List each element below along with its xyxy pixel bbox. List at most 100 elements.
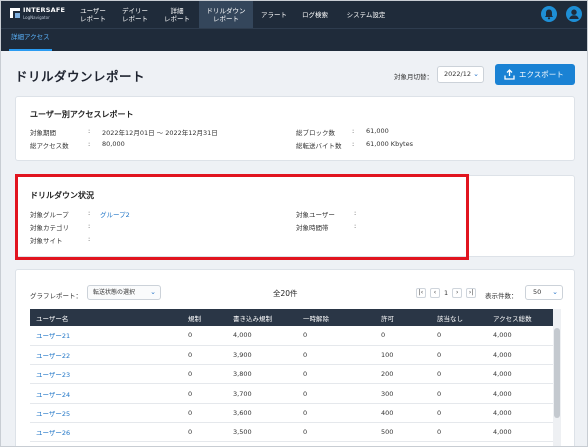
- last-page-icon[interactable]: ›|: [466, 288, 477, 298]
- brand-name: INTERSAFE: [23, 6, 66, 14]
- total-access-value: 80,000: [102, 140, 125, 148]
- total-block-value: 61,000: [366, 127, 389, 135]
- month-switch-label: 対象月切替：: [394, 73, 433, 81]
- nav-user-report[interactable]: ユーザー レポート: [73, 1, 113, 28]
- user-name-link[interactable]: ユーザー26: [30, 422, 182, 443]
- table-row: ユーザー25 0 3,600 0 400 0 4,000: [30, 403, 560, 423]
- next-page-icon[interactable]: ›: [452, 288, 463, 298]
- table-row: ユーザー23 0 3,800 0 200 0 4,000: [30, 364, 560, 385]
- nav-daily-report[interactable]: デイリー レポート: [115, 1, 155, 28]
- table-cell: 400: [375, 403, 431, 423]
- graph-report-label: グラフレポート：: [30, 292, 82, 300]
- per-page-value: 50: [533, 288, 542, 296]
- table-cell: 0: [431, 326, 487, 346]
- nav-alert[interactable]: アラート: [255, 1, 293, 28]
- table-cell: 4,000: [487, 422, 560, 443]
- table-cell: 3,500: [227, 422, 297, 443]
- table-cell: 4,000: [487, 403, 560, 423]
- table-header-row: ユーザー名 規制 書き込み規制 一時解除 許可 該当なし アクセス総数: [30, 309, 560, 326]
- user-avatar-icon[interactable]: [566, 6, 582, 22]
- table-cell: 0: [375, 326, 431, 346]
- current-page[interactable]: 1: [444, 289, 448, 297]
- nav-system-settings[interactable]: システム設定: [338, 1, 394, 28]
- column-header[interactable]: アクセス総数: [487, 309, 560, 326]
- user-access-report-card: ユーザー別アクセスレポート 対象期間 : 2022年12月01日 〜 2022年…: [15, 96, 575, 161]
- per-page-select[interactable]: 50 ⌄: [525, 285, 563, 300]
- highlight-box: [15, 174, 469, 260]
- period-label: 対象期間: [30, 129, 56, 137]
- total-bytes-value: 61,000 Kbytes: [366, 140, 413, 148]
- table-cell: 3,900: [227, 345, 297, 366]
- month-select-value: 2022/12: [444, 70, 472, 78]
- table-row: ユーザー21 0 4,000 0 0 0 4,000: [30, 326, 560, 346]
- notification-icon[interactable]: [541, 6, 557, 22]
- user-name-link[interactable]: ユーザー21: [30, 326, 182, 346]
- tab-detail-access[interactable]: 詳細アクセス: [9, 29, 52, 51]
- user-name-link[interactable]: ユーザー25: [30, 403, 182, 423]
- table-cell: 0: [297, 326, 375, 346]
- table-cell: 0: [297, 364, 375, 385]
- table-cell: 0: [182, 383, 227, 404]
- table-cell: 4,000: [487, 364, 560, 385]
- pagination: |‹ ‹ 1 › ›|: [416, 287, 477, 299]
- logo-icon: [10, 8, 20, 18]
- table-scrollbar-thumb[interactable]: [554, 328, 560, 418]
- table-cell: 200: [375, 364, 431, 385]
- table-cell: 0: [431, 345, 487, 366]
- nav-detail-report[interactable]: 詳細 レポート: [157, 1, 197, 28]
- table-cell: 0: [431, 422, 487, 443]
- table-cell: 0: [431, 403, 487, 423]
- table-cell: 0: [431, 383, 487, 404]
- graph-select-value: 転送状態の選択: [93, 289, 136, 296]
- column-header[interactable]: ユーザー名: [30, 309, 182, 326]
- table-cell: 0: [182, 345, 227, 366]
- user-name-link[interactable]: ユーザー24: [30, 383, 182, 404]
- prev-page-icon[interactable]: ‹: [430, 288, 440, 298]
- table-row: ユーザー26 0 3,500 0 500 0 4,000: [30, 422, 560, 443]
- card-title: ユーザー別アクセスレポート: [30, 110, 134, 119]
- first-page-icon[interactable]: |‹: [416, 288, 426, 298]
- graph-report-select[interactable]: 転送状態の選択 ⌄: [87, 285, 161, 300]
- total-access-label: 総アクセス数: [30, 142, 69, 150]
- table-cell: 4,000: [227, 326, 297, 346]
- table-cell: 0: [297, 383, 375, 404]
- user-name-link[interactable]: ユーザー23: [30, 364, 182, 385]
- colon: :: [352, 140, 355, 148]
- table-cell: 0: [297, 422, 375, 443]
- top-navigation: INTERSAFE LogNavigator ユーザー レポート デイリー レポ…: [1, 1, 587, 28]
- table-cell: 500: [375, 422, 431, 443]
- upload-icon: [504, 69, 515, 80]
- table-cell: 0: [182, 403, 227, 423]
- table-cell: 4,000: [487, 345, 560, 366]
- total-bytes-label: 総転送バイト数: [296, 142, 342, 150]
- user-name-link[interactable]: ユーザー22: [30, 345, 182, 366]
- total-block-label: 総ブロック数: [296, 129, 335, 137]
- table-cell: 0: [297, 403, 375, 423]
- table-cell: 3,800: [227, 364, 297, 385]
- export-button[interactable]: エクスポート: [495, 64, 575, 85]
- table-cell: 3,700: [227, 383, 297, 404]
- column-header[interactable]: 許可: [375, 309, 431, 326]
- column-header[interactable]: 該当なし: [431, 309, 487, 326]
- total-count: 全20件: [273, 289, 298, 298]
- nav-drilldown-report[interactable]: ドリルダウン レポート: [199, 1, 253, 28]
- app-window: INTERSAFE LogNavigator ユーザー レポート デイリー レポ…: [0, 0, 588, 447]
- nav-log-search[interactable]: ログ検索: [295, 1, 335, 28]
- export-button-label: エクスポート: [519, 70, 564, 79]
- table-cell: 0: [182, 422, 227, 443]
- month-select[interactable]: 2022/12 ⌄: [437, 66, 484, 83]
- chevron-down-icon: ⌄: [473, 70, 479, 78]
- table-row: ユーザー22 0 3,900 0 100 0 4,000: [30, 345, 560, 366]
- column-header[interactable]: 書き込み規制: [227, 309, 297, 326]
- chevron-down-icon: ⌄: [150, 288, 156, 296]
- sub-navigation: 詳細アクセス: [1, 28, 587, 51]
- brand-logo[interactable]: INTERSAFE LogNavigator: [9, 5, 71, 23]
- table-cell: 4,000: [487, 326, 560, 346]
- colon: :: [88, 127, 91, 135]
- table-cell: 0: [297, 345, 375, 366]
- column-header[interactable]: 規制: [182, 309, 227, 326]
- page-title: ドリルダウンレポート: [15, 69, 146, 84]
- column-header[interactable]: 一時解除: [297, 309, 375, 326]
- colon: :: [88, 140, 91, 148]
- table-cell: 0: [182, 364, 227, 385]
